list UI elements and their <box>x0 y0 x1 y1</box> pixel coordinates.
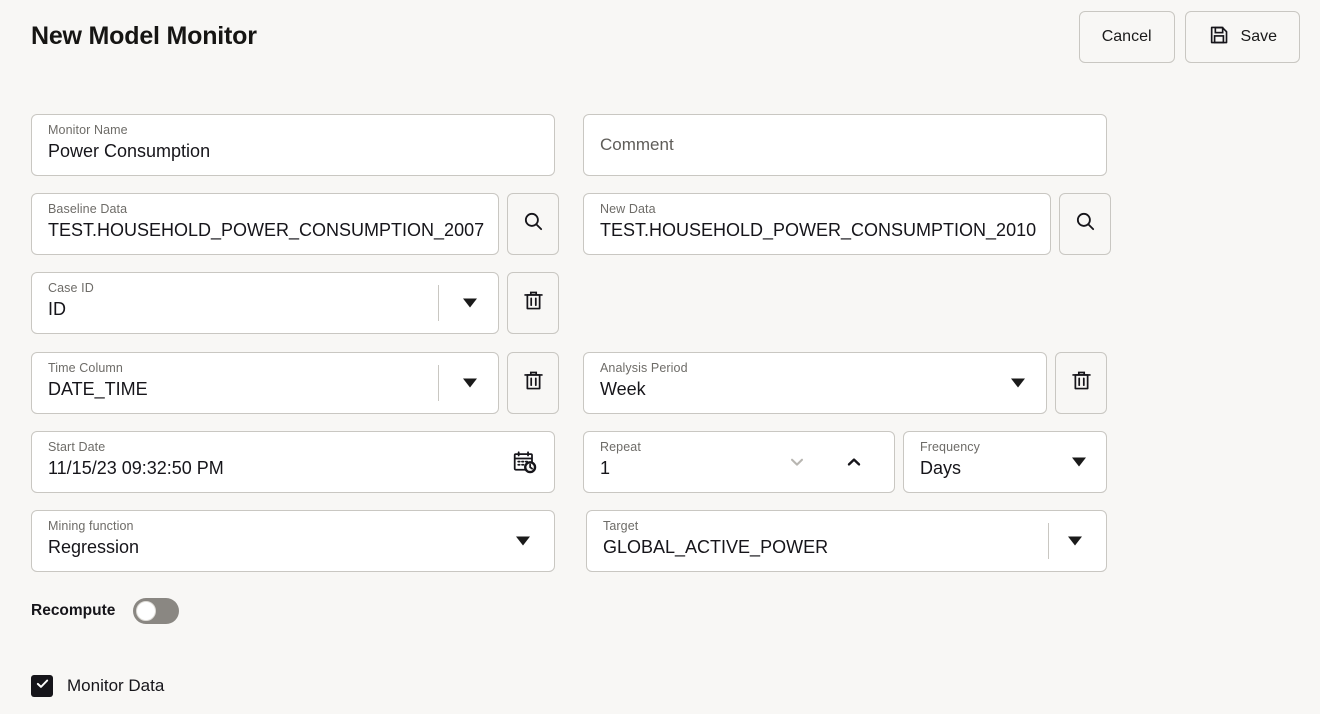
recompute-toggle[interactable] <box>133 598 180 624</box>
new-data-value: TEST.HOUSEHOLD_POWER_CONSUMPTION_2010 <box>600 221 1037 240</box>
row-new-data: New Data TEST.HOUSEHOLD_POWER_CONSUMPTIO… <box>583 193 1111 255</box>
monitor-name-input[interactable]: Monitor Name Power Consumption <box>31 114 555 176</box>
monitor-data-row: Monitor Data <box>31 675 164 697</box>
comment-input[interactable]: Comment <box>583 114 1107 176</box>
frequency-value: Days <box>920 459 962 478</box>
search-icon <box>1074 210 1097 238</box>
caret-down-icon[interactable] <box>1011 378 1025 388</box>
target-select[interactable]: Target GLOBAL_ACTIVE_POWER <box>586 510 1107 572</box>
search-icon <box>522 210 545 238</box>
time-column-value: DATE_TIME <box>48 380 148 399</box>
monitor-data-checkbox[interactable] <box>31 675 53 697</box>
case-id-select[interactable]: Case ID ID <box>31 272 499 334</box>
baseline-data-search-button[interactable] <box>507 193 559 255</box>
baseline-data-input[interactable]: Baseline Data TEST.HOUSEHOLD_POWER_CONSU… <box>31 193 499 255</box>
repeat-value: 1 <box>600 459 611 478</box>
new-data-search-button[interactable] <box>1059 193 1111 255</box>
recompute-toggle-knob <box>136 601 157 621</box>
baseline-data-value: TEST.HOUSEHOLD_POWER_CONSUMPTION_2007 <box>48 221 485 240</box>
case-id-separator <box>438 285 439 321</box>
analysis-period-value: Week <box>600 380 646 399</box>
row-baseline-data: Baseline Data TEST.HOUSEHOLD_POWER_CONSU… <box>31 193 559 255</box>
new-data-label: New Data <box>600 202 656 216</box>
row-mining-function: Mining function Regression <box>31 510 555 572</box>
analysis-period-delete-button[interactable] <box>1055 352 1107 414</box>
target-separator <box>1048 523 1049 559</box>
caret-down-icon[interactable] <box>463 378 477 388</box>
start-date-input[interactable]: Start Date 11/15/23 09:32:50 PM <box>31 431 555 493</box>
row-time-column: Time Column DATE_TIME <box>31 352 559 414</box>
mining-function-value: Regression <box>48 538 140 557</box>
monitor-name-value: Power Consumption <box>48 142 211 161</box>
monitor-name-label: Monitor Name <box>48 123 128 137</box>
analysis-period-select[interactable]: Analysis Period Week <box>583 352 1047 414</box>
time-column-delete-button[interactable] <box>507 352 559 414</box>
recompute-row: Recompute <box>31 598 180 624</box>
repeat-label: Repeat <box>600 440 641 454</box>
repeat-stepper[interactable]: Repeat 1 <box>583 431 895 493</box>
row-target: Target GLOBAL_ACTIVE_POWER <box>586 510 1107 572</box>
target-label: Target <box>603 519 639 533</box>
trash-icon <box>1070 369 1093 397</box>
frequency-select[interactable]: Frequency Days <box>903 431 1107 493</box>
row-analysis-period: Analysis Period Week <box>583 352 1107 414</box>
checkmark-icon <box>35 676 50 696</box>
row-start-date: Start Date 11/15/23 09:32:50 PM <box>31 431 555 493</box>
new-data-input[interactable]: New Data TEST.HOUSEHOLD_POWER_CONSUMPTIO… <box>583 193 1051 255</box>
monitor-data-label: Monitor Data <box>67 676 165 695</box>
analysis-period-label: Analysis Period <box>600 361 688 375</box>
start-date-value: 11/15/23 09:32:50 PM <box>48 459 224 478</box>
recompute-label: Recompute <box>31 602 116 619</box>
time-column-select[interactable]: Time Column DATE_TIME <box>31 352 499 414</box>
time-column-separator <box>438 365 439 401</box>
frequency-label: Frequency <box>920 440 980 454</box>
caret-down-icon[interactable] <box>516 536 530 546</box>
caret-down-icon[interactable] <box>1068 536 1082 546</box>
monitor-form: Monitor Name Power Consumption Comment B… <box>0 0 1320 714</box>
row-name: Monitor Name Power Consumption <box>31 114 555 176</box>
case-id-label: Case ID <box>48 281 94 295</box>
trash-icon <box>522 289 545 317</box>
case-id-value: ID <box>48 300 66 319</box>
row-repeat-frequency: Repeat 1 Frequency Days <box>583 431 1107 493</box>
caret-down-icon[interactable] <box>1072 457 1086 467</box>
chevron-down-icon[interactable] <box>788 453 806 471</box>
time-column-label: Time Column <box>48 361 123 375</box>
row-case-id: Case ID ID <box>31 272 559 334</box>
start-date-label: Start Date <box>48 440 106 454</box>
case-id-delete-button[interactable] <box>507 272 559 334</box>
comment-placeholder: Comment <box>600 135 674 154</box>
baseline-data-label: Baseline Data <box>48 202 128 216</box>
row-comment: Comment <box>583 114 1107 176</box>
mining-function-select[interactable]: Mining function Regression <box>31 510 555 572</box>
mining-function-label: Mining function <box>48 519 134 533</box>
chevron-up-icon[interactable] <box>845 453 863 471</box>
target-value: GLOBAL_ACTIVE_POWER <box>603 538 829 557</box>
calendar-clock-icon[interactable] <box>512 450 537 475</box>
caret-down-icon[interactable] <box>463 298 477 308</box>
trash-icon <box>522 369 545 397</box>
